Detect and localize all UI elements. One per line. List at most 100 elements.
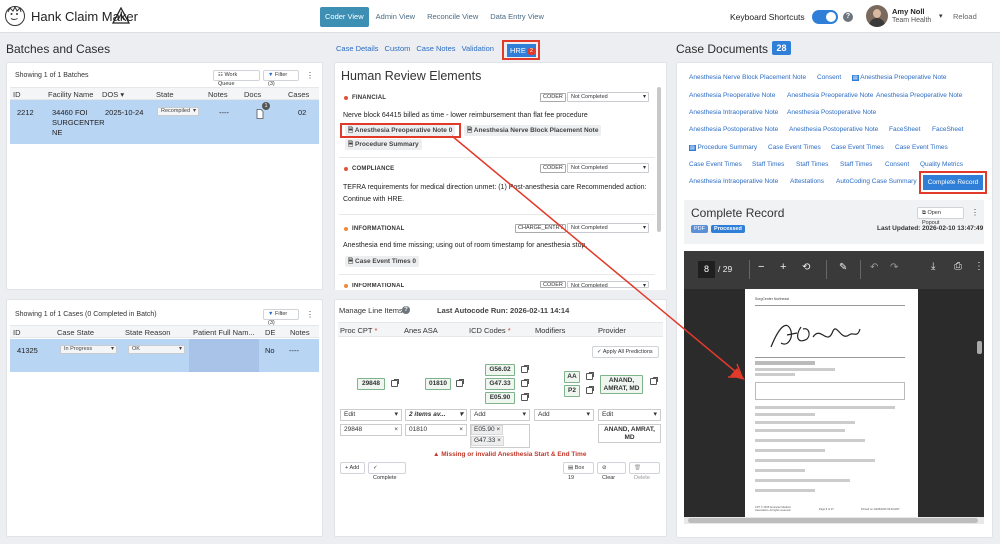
help-icon[interactable]: ? (843, 12, 853, 22)
provider-edit-select[interactable]: Edit (598, 409, 661, 421)
nav-data-entry-view[interactable]: Data Entry View (485, 7, 549, 27)
tab-case-notes[interactable]: Case Notes (416, 44, 455, 53)
nav-admin-view[interactable]: Admin View (371, 7, 420, 27)
pred-icd-2[interactable]: G47.33 (485, 378, 515, 390)
tab-case-details[interactable]: Case Details (336, 44, 379, 53)
doc-link[interactable]: Anesthesia Intraoperative Note (689, 178, 778, 185)
doc-link[interactable]: Consent (885, 161, 909, 168)
state-reason-select[interactable]: OK (128, 345, 185, 354)
doc-link[interactable]: Anesthesia Preoperative Note (787, 92, 873, 99)
external-link-icon[interactable] (521, 365, 529, 373)
informational-status-select-2[interactable]: Not Completed (567, 281, 649, 288)
clear-x-icon[interactable]: × (394, 425, 398, 435)
icd-chip-1[interactable]: E05.90 × (471, 425, 504, 435)
doc-link[interactable]: Anesthesia Postoperative Note (787, 109, 876, 116)
doc-link[interactable]: Anesthesia Nerve Block Placement Note (689, 74, 806, 81)
doc-link[interactable]: Anesthesia Preoperative Note (876, 92, 962, 99)
cpt-value[interactable]: 29848 × (340, 424, 402, 436)
clear-x-icon[interactable]: × (459, 425, 463, 435)
complete-record-button[interactable]: Complete Record (923, 175, 983, 190)
chip-nerve-block-note[interactable]: 🗎 Anesthesia Nerve Block Placement Note (464, 125, 602, 136)
doc-link[interactable]: Staff Times (840, 161, 872, 168)
pdf-scrollbar-thumb[interactable] (977, 341, 982, 354)
pred-cpt-box[interactable]: 29848 (357, 378, 385, 390)
icd-add-select[interactable]: Add (470, 409, 530, 421)
tab-hre[interactable]: HRE 2 (507, 44, 536, 57)
case-row[interactable]: 41325 In Progress OK No ---- (10, 339, 319, 372)
cases-filter-button[interactable]: ▼ Filter (3) (263, 309, 299, 326)
remove-x-icon[interactable]: × (496, 426, 500, 433)
user-menu-chevron-icon[interactable]: ▾ (939, 12, 943, 20)
asa-value[interactable]: 01810 × (405, 424, 467, 436)
doc-link[interactable]: FaceSheet (889, 126, 920, 133)
col-case-id[interactable]: ID (13, 328, 21, 337)
col-de[interactable]: DE (265, 328, 275, 337)
external-link-icon[interactable] (586, 386, 594, 394)
external-link-icon[interactable] (650, 377, 658, 385)
viewer-more-icon[interactable]: ⋮ (971, 208, 979, 217)
rotate-icon[interactable]: ⟲ (802, 262, 810, 273)
compliance-status-select[interactable]: Not Completed (567, 163, 649, 173)
pdf-more-icon[interactable]: ⋮ (974, 261, 984, 272)
print-icon[interactable]: ⎙ (954, 261, 962, 272)
tab-validation[interactable]: Validation (462, 44, 494, 53)
reload-link[interactable]: Reload (953, 12, 977, 21)
work-queue-button[interactable]: ☷ Work Queue (213, 70, 260, 87)
pred-icd-1[interactable]: G56.02 (485, 364, 515, 376)
doc-link[interactable]: ▤ Anesthesia Preoperative Note (852, 74, 947, 81)
col-case-notes[interactable]: Notes (290, 328, 310, 337)
doc-link[interactable]: Case Event Times (831, 144, 884, 151)
undo-icon[interactable]: ↶ (870, 262, 878, 273)
external-link-icon[interactable] (521, 393, 529, 401)
chip-case-event-times[interactable]: 🗎 Case Event Times 0 (345, 256, 419, 267)
pred-mod-1[interactable]: AA (564, 371, 580, 383)
doc-link[interactable]: Staff Times (752, 161, 784, 168)
pred-asa-box[interactable]: 01810 (425, 378, 451, 390)
col-id[interactable]: ID (13, 90, 21, 99)
doc-link[interactable]: ▤ Procedure Summary (689, 144, 757, 151)
case-state-select[interactable]: In Progress (60, 345, 117, 354)
financial-status-select[interactable]: Not Completed (567, 92, 649, 102)
open-popout-button[interactable]: ⧉ Open Popout (917, 207, 964, 226)
batch-state-select[interactable]: Recompiled (157, 107, 199, 116)
clear-button[interactable]: ⊘ Clear (597, 462, 626, 481)
doc-link[interactable]: Quality Metrics (920, 161, 963, 168)
icd-chip-2[interactable]: G47.33 × (471, 436, 504, 446)
complete-button[interactable]: ✓ Complete (368, 462, 406, 481)
add-line-button[interactable]: + Add (340, 462, 365, 474)
nav-coder-view[interactable]: Coder View (320, 7, 369, 27)
doc-link[interactable]: Case Event Times (768, 144, 821, 151)
doc-link[interactable]: Consent (817, 74, 841, 81)
doc-link[interactable]: Anesthesia Intraoperative Note (689, 109, 778, 116)
doc-link[interactable]: Attestations (790, 178, 824, 185)
pred-provider[interactable]: ANAND, AMRAT, MD (600, 375, 643, 394)
external-link-icon[interactable] (521, 379, 529, 387)
col-patient-name[interactable]: Patient Full Nam... (193, 328, 255, 337)
batches-more-icon[interactable]: ⋮ (306, 71, 314, 80)
col-notes[interactable]: Notes (208, 90, 228, 99)
tab-custom[interactable]: Custom (385, 44, 411, 53)
download-icon[interactable]: ⤓ (931, 261, 935, 272)
doc-link[interactable]: FaceSheet (932, 126, 963, 133)
annotate-icon[interactable]: ✎ (839, 262, 847, 273)
cases-more-icon[interactable]: ⋮ (306, 310, 314, 319)
help-icon[interactable]: ? (402, 306, 410, 314)
doc-link[interactable]: Staff Times (796, 161, 828, 168)
apply-all-predictions-button[interactable]: ✓ Apply All Predictions (592, 346, 659, 358)
doc-link[interactable]: Case Event Times (689, 161, 742, 168)
col-docs[interactable]: Docs (244, 90, 261, 99)
cpt-edit-select[interactable]: Edit (340, 409, 402, 421)
external-link-icon[interactable] (391, 379, 399, 387)
asa-edit-select[interactable]: 2 items av... (405, 409, 467, 421)
hre-scrollbar[interactable] (657, 87, 661, 232)
batches-filter-button[interactable]: ▼ Filter (3) (263, 70, 299, 87)
col-state-reason[interactable]: State Reason (125, 328, 170, 337)
doc-link[interactable]: Case Event Times (895, 144, 948, 151)
col-dos[interactable]: DOS ▾ (102, 90, 124, 99)
redo-icon[interactable]: ↷ (890, 262, 898, 273)
zoom-out-icon[interactable]: − (758, 261, 764, 273)
col-facility[interactable]: Facility Name (48, 90, 93, 99)
chip-procedure-summary[interactable]: 🗎 Procedure Summary (345, 139, 422, 150)
provider-value[interactable]: ANAND, AMRAT, MD (598, 424, 661, 443)
informational-status-select[interactable]: Not Completed (567, 223, 649, 233)
